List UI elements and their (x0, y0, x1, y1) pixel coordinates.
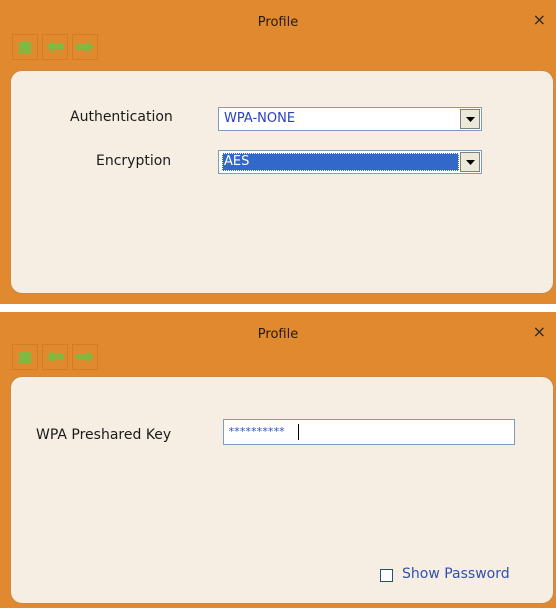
chevron-down-icon (465, 159, 475, 165)
settings-panel: WPA Preshared Key ********** Show Passwo… (10, 376, 554, 604)
stop-button[interactable] (12, 34, 38, 60)
encryption-dropdown-button[interactable] (460, 152, 480, 172)
nav-toolbar (12, 34, 102, 60)
text-caret (298, 424, 299, 440)
title-bar: Profile × (0, 312, 556, 376)
profile-dialog-authentication: Profile × Authentication WPA-NONE Encryp… (0, 0, 556, 304)
encryption-select[interactable]: AES (218, 150, 482, 174)
dialog-title: Profile (257, 15, 299, 30)
forward-button[interactable] (72, 344, 98, 370)
forward-button[interactable] (72, 34, 98, 60)
wpa-preshared-key-label: WPA Preshared Key (36, 427, 172, 443)
chevron-down-icon (465, 116, 475, 122)
close-icon[interactable]: × (533, 12, 546, 28)
authentication-dropdown-button[interactable] (460, 109, 480, 129)
stop-icon (19, 351, 31, 363)
back-button[interactable] (42, 34, 68, 60)
encryption-value: AES (222, 153, 459, 171)
back-button[interactable] (42, 344, 68, 370)
forward-arrow-icon (76, 41, 94, 53)
back-arrow-icon (46, 41, 64, 53)
forward-arrow-icon (76, 351, 94, 363)
settings-panel: Authentication WPA-NONE Encryption AES (10, 70, 554, 294)
title-bar: Profile × (0, 0, 556, 64)
wpa-preshared-key-value: ********** (228, 425, 285, 438)
dialog-title: Profile (257, 327, 299, 342)
show-password-label[interactable]: Show Password (402, 566, 510, 582)
authentication-label: Authentication (70, 109, 173, 125)
authentication-value: WPA-NONE (224, 111, 296, 126)
close-icon[interactable]: × (533, 324, 546, 340)
show-password-checkbox[interactable] (380, 569, 393, 582)
profile-dialog-preshared-key: Profile × WPA Preshared Key ********** S… (0, 312, 556, 608)
authentication-select[interactable]: WPA-NONE (218, 107, 482, 131)
back-arrow-icon (46, 351, 64, 363)
stop-button[interactable] (12, 344, 38, 370)
wpa-preshared-key-input[interactable]: ********** (223, 419, 515, 445)
stop-icon (19, 41, 31, 53)
encryption-label: Encryption (96, 153, 172, 169)
nav-toolbar (12, 344, 102, 370)
